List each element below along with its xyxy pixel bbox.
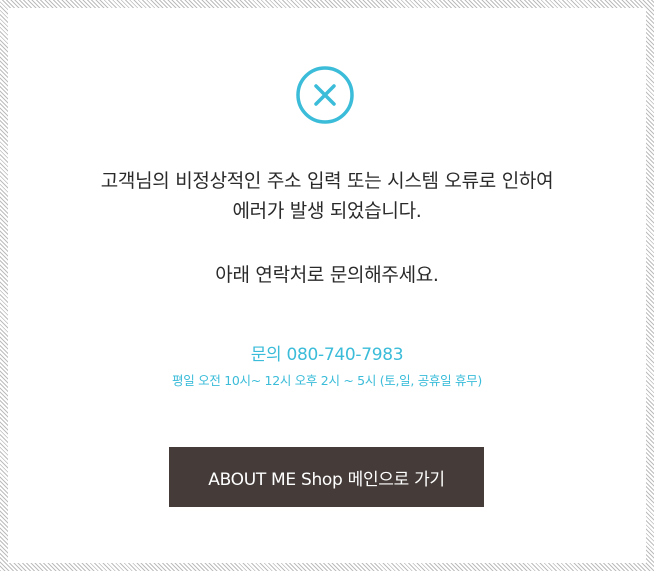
- go-to-main-button[interactable]: ABOUT ME Shop 메인으로 가기: [169, 447, 484, 507]
- close-circle-icon: [296, 66, 354, 124]
- error-panel: 고객님의 비정상적인 주소 입력 또는 시스템 오류로 인하여 에러가 발생 되…: [8, 8, 646, 563]
- error-message-line-1: 고객님의 비정상적인 주소 입력 또는 시스템 오류로 인하여: [100, 170, 554, 192]
- contact-instruction: 아래 연락처로 문의해주세요.: [215, 264, 439, 286]
- error-message-line-2: 에러가 발생 되었습니다.: [232, 200, 422, 222]
- contact-hours: 평일 오전 10시~ 12시 오후 2시 ~ 5시 (토,일, 공휴일 휴무): [172, 373, 482, 388]
- contact-phone: 문의 080-740-7983: [250, 345, 404, 365]
- page-frame: 고객님의 비정상적인 주소 입력 또는 시스템 오류로 인하여 에러가 발생 되…: [0, 0, 654, 571]
